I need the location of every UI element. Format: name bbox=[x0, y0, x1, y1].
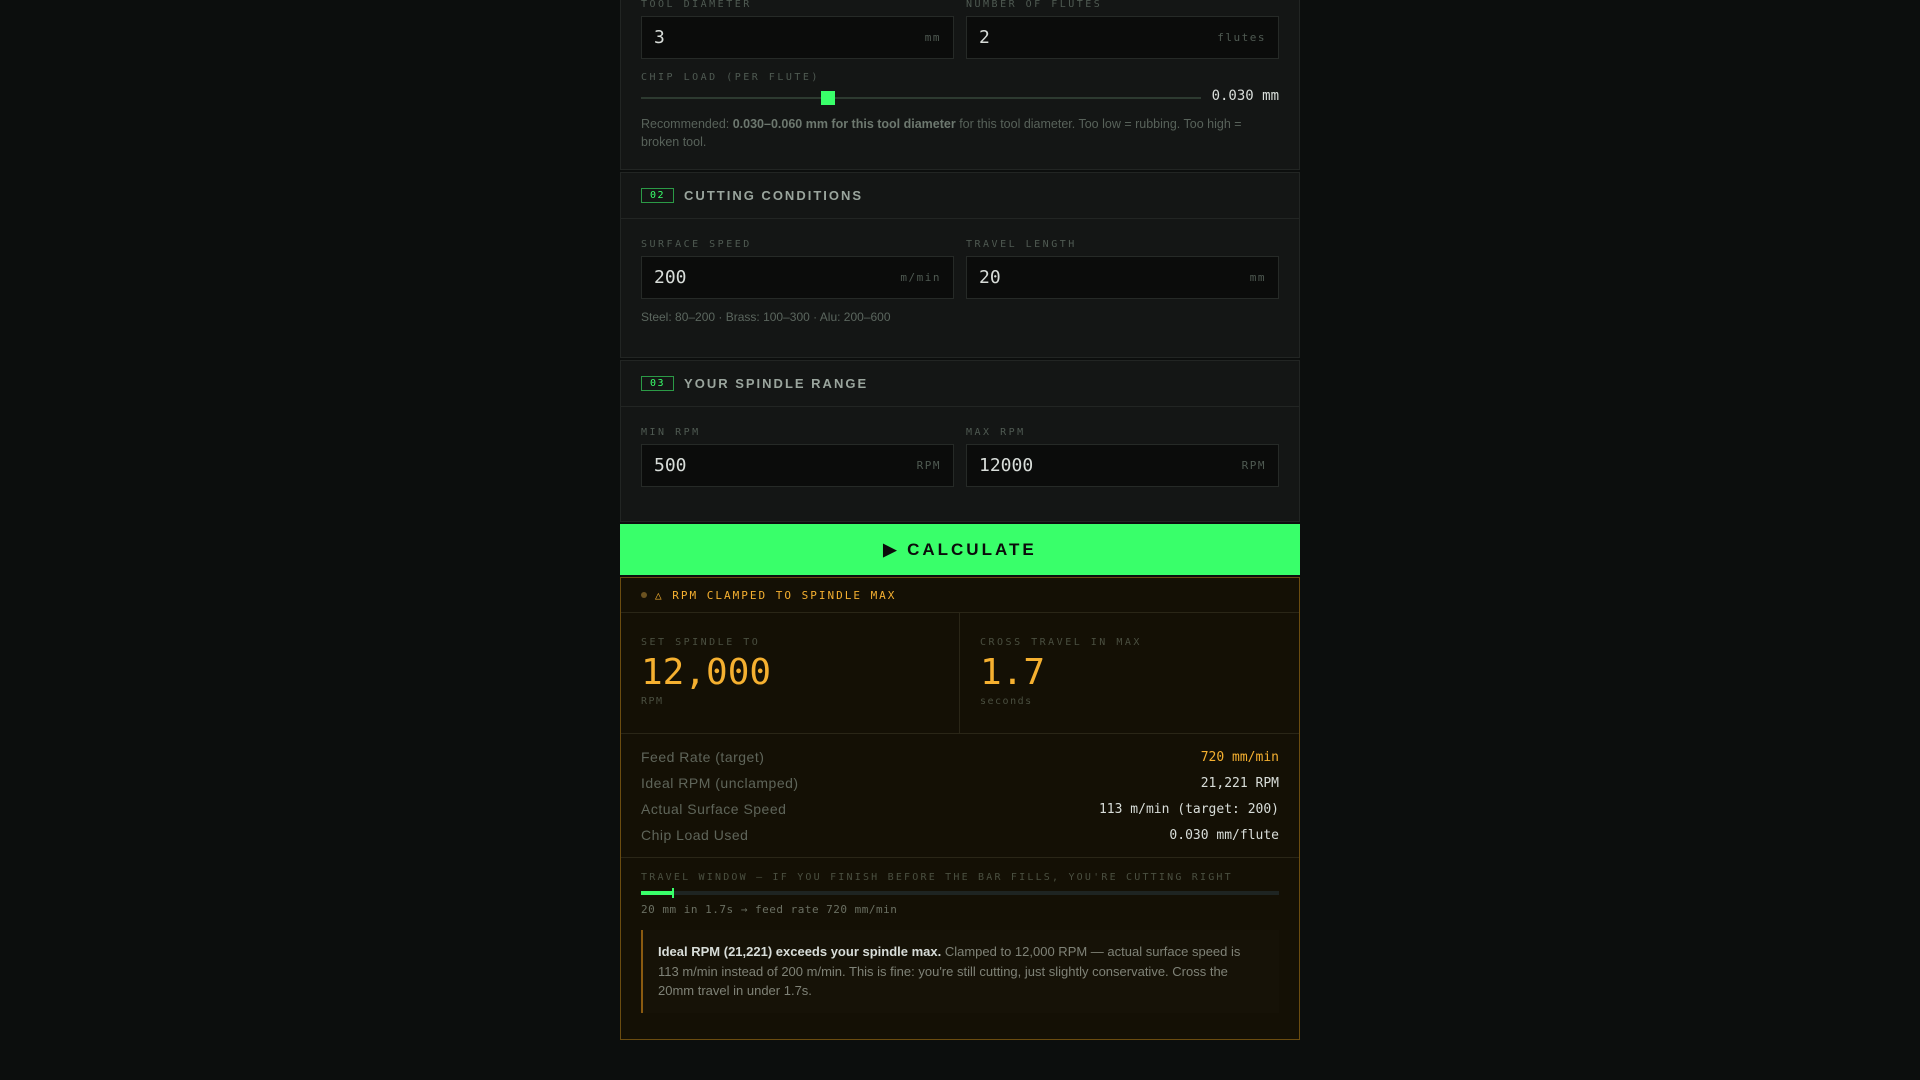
slider-track bbox=[641, 97, 1201, 99]
detail-key: Chip Load Used bbox=[641, 827, 749, 843]
warning-banner: △ RPM CLAMPED TO SPINDLE MAX bbox=[621, 578, 1299, 613]
unit: m/min bbox=[900, 271, 941, 284]
surface-speed-label: SURFACE SPEED bbox=[641, 239, 752, 250]
surface-speed-input[interactable]: 200 m/min bbox=[641, 256, 954, 299]
spindle-stat: SET SPINDLE TO 12,000 RPM bbox=[621, 613, 960, 733]
result-stats: SET SPINDLE TO 12,000 RPM CROSS TRAVEL I… bbox=[621, 613, 1299, 734]
stat-unit: seconds bbox=[980, 696, 1033, 707]
chip-load-recommendation: Recommended: 0.030–0.060 mm for this too… bbox=[641, 115, 1279, 151]
spindle-rpm-value: 12,000 bbox=[641, 652, 772, 693]
tool-diameter-value: 3 bbox=[654, 27, 665, 48]
detail-key: Ideal RPM (unclamped) bbox=[641, 775, 799, 791]
detail-row: Ideal RPM (unclamped) 21,221 RPM bbox=[641, 770, 1279, 796]
unit: flutes bbox=[1217, 31, 1266, 44]
flutes-value: 2 bbox=[979, 27, 990, 48]
calculate-button[interactable]: ▶ CALCULATE bbox=[620, 524, 1300, 575]
unit: RPM bbox=[916, 459, 941, 472]
min-rpm-field: MIN RPM 500 RPM bbox=[641, 427, 954, 487]
detail-key: Feed Rate (target) bbox=[641, 749, 765, 765]
travel-length-value: 20 bbox=[979, 267, 1001, 288]
unit: RPM bbox=[1241, 459, 1266, 472]
chip-load-slider[interactable] bbox=[641, 91, 1201, 105]
detail-key: Actual Surface Speed bbox=[641, 801, 787, 817]
section-header: 03 YOUR SPINDLE RANGE bbox=[621, 361, 1299, 407]
max-rpm-value: 12000 bbox=[979, 455, 1034, 476]
surface-speed-hint: Steel: 80–200 · Brass: 100–300 · Alu: 20… bbox=[641, 310, 891, 324]
warning-text: △ RPM CLAMPED TO SPINDLE MAX bbox=[655, 588, 897, 602]
min-rpm-input[interactable]: 500 RPM bbox=[641, 444, 954, 487]
stat-label: CROSS TRAVEL IN MAX bbox=[980, 637, 1142, 648]
result-details: Feed Rate (target) 720 mm/min Ideal RPM (u… bbox=[621, 734, 1299, 858]
tool-diameter-label: TOOL DIAMETER bbox=[641, 0, 752, 10]
unit: mm bbox=[924, 31, 941, 44]
flutes-input[interactable]: 2 flutes bbox=[966, 16, 1279, 59]
travel-progress-bar bbox=[641, 888, 1279, 898]
section-title: CUTTING CONDITIONS bbox=[684, 188, 864, 203]
rec-prefix: Recommended: bbox=[641, 117, 733, 131]
cross-travel-value: 1.7 bbox=[980, 652, 1046, 693]
spindle-range-section: 03 YOUR SPINDLE RANGE MIN RPM 500 RPM MAX … bbox=[620, 360, 1300, 522]
detail-row: Chip Load Used 0.030 mm/flute bbox=[641, 822, 1279, 848]
unit: mm bbox=[1249, 271, 1266, 284]
section-number: 03 bbox=[641, 376, 675, 391]
tool-diameter-field: TOOL DIAMETER 3 mm bbox=[641, 0, 954, 59]
surface-speed-field: SURFACE SPEED 200 m/min bbox=[641, 239, 954, 299]
travel-window: TRAVEL WINDOW — IF YOU FINISH BEFORE THE… bbox=[621, 858, 1299, 1013]
rec-bold: 0.030–0.060 mm for this tool diameter bbox=[732, 117, 956, 131]
travel-progress-marker bbox=[671, 888, 674, 898]
detail-value: 21,221 RPM bbox=[1200, 775, 1279, 791]
detail-row: Actual Surface Speed 113 m/min (target: 2… bbox=[641, 796, 1279, 822]
chip-load-value: 0.030 mm bbox=[1211, 88, 1279, 104]
min-rpm-label: MIN RPM bbox=[641, 427, 701, 438]
travel-caption: 20 mm in 1.7s → feed rate 720 mm/min bbox=[641, 903, 898, 916]
flutes-field: NUMBER OF FLUTES 2 flutes bbox=[966, 0, 1279, 59]
chip-load-label: CHIP LOAD (PER FLUTE) bbox=[641, 72, 820, 83]
detail-value: 0.030 mm/flute bbox=[1169, 827, 1279, 843]
note-bold: Ideal RPM (21,221) exceeds your spindle … bbox=[658, 944, 942, 959]
max-rpm-input[interactable]: 12000 RPM bbox=[966, 444, 1279, 487]
travel-progress-fill bbox=[641, 891, 673, 895]
cross-travel-stat: CROSS TRAVEL IN MAX 1.7 seconds bbox=[960, 613, 1299, 733]
tool-diameter-input[interactable]: 3 mm bbox=[641, 16, 954, 59]
surface-speed-value: 200 bbox=[654, 267, 687, 288]
travel-length-input[interactable]: 20 mm bbox=[966, 256, 1279, 299]
stat-label: SET SPINDLE TO bbox=[641, 637, 761, 648]
slider-thumb[interactable] bbox=[821, 91, 836, 105]
min-rpm-value: 500 bbox=[654, 455, 687, 476]
detail-value: 113 m/min (target: 200) bbox=[1098, 801, 1279, 817]
max-rpm-label: MAX RPM bbox=[966, 427, 1026, 438]
stat-unit: RPM bbox=[641, 696, 664, 707]
travel-window-label: TRAVEL WINDOW — IF YOU FINISH BEFORE THE… bbox=[641, 872, 1233, 883]
status-dot-icon bbox=[641, 592, 647, 598]
section-number: 02 bbox=[641, 188, 675, 203]
clamp-note: Ideal RPM (21,221) exceeds your spindle … bbox=[641, 930, 1279, 1013]
flutes-label: NUMBER OF FLUTES bbox=[966, 0, 1103, 10]
detail-row: Feed Rate (target) 720 mm/min bbox=[641, 744, 1279, 770]
tool-section: TOOL DIAMETER 3 mm NUMBER OF FLUTES 2 flut… bbox=[620, 0, 1300, 170]
detail-value: 720 mm/min bbox=[1200, 749, 1279, 765]
cutting-conditions-section: 02 CUTTING CONDITIONS SURFACE SPEED 200 m/… bbox=[620, 172, 1300, 358]
section-header: 02 CUTTING CONDITIONS bbox=[621, 173, 1299, 219]
section-title: YOUR SPINDLE RANGE bbox=[684, 376, 869, 391]
max-rpm-field: MAX RPM 12000 RPM bbox=[966, 427, 1279, 487]
travel-length-label: TRAVEL LENGTH bbox=[966, 239, 1077, 250]
results-panel: △ RPM CLAMPED TO SPINDLE MAX SET SPINDLE… bbox=[620, 577, 1300, 1040]
travel-length-field: TRAVEL LENGTH 20 mm bbox=[966, 239, 1279, 299]
